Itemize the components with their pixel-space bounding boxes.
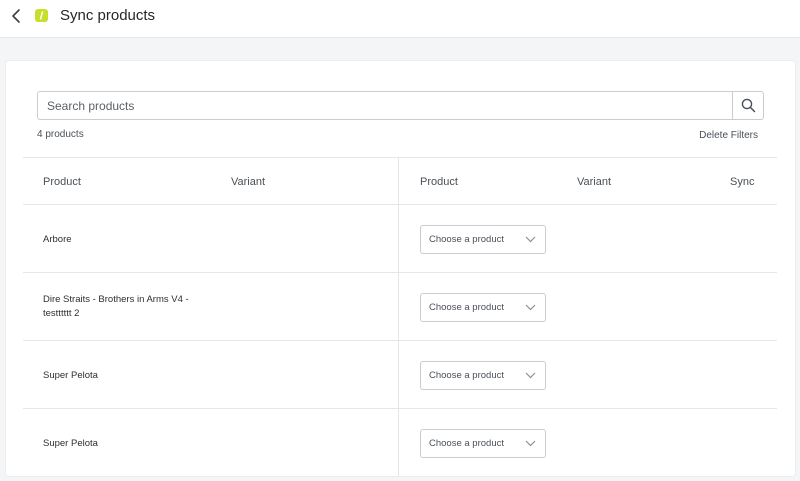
table-row: Dire Straits - Brothers in Arms V4 - tes… xyxy=(23,272,777,340)
chevron-down-icon xyxy=(525,440,536,447)
product-select[interactable]: Choose a product xyxy=(420,361,546,390)
product-name: Dire Straits - Brothers in Arms V4 - tes… xyxy=(43,294,189,319)
back-button[interactable] xyxy=(9,7,25,25)
header-right-product: Product xyxy=(420,176,458,188)
chevron-left-icon xyxy=(12,9,20,23)
sync-table: Product Variant Product Variant Sync Arb… xyxy=(23,157,777,477)
search-bar xyxy=(37,91,764,120)
chevron-down-icon xyxy=(525,236,536,243)
page-title: Sync products xyxy=(60,7,156,24)
sync-products-card: 4 products Delete Filters Product Varian… xyxy=(6,61,795,477)
product-select[interactable]: Choose a product xyxy=(420,429,546,458)
table-row: Super Pelota Choose a product xyxy=(23,340,777,408)
header-right-variant: Variant xyxy=(577,176,612,188)
top-bar: Sync products xyxy=(0,0,800,38)
product-name: Super Pelota xyxy=(43,438,98,449)
select-label: Choose a product xyxy=(429,302,504,313)
product-name: Arbore xyxy=(43,234,72,245)
delete-filters-link[interactable]: Delete Filters xyxy=(699,130,758,141)
select-label: Choose a product xyxy=(429,370,504,381)
app-logo-icon xyxy=(35,9,48,22)
select-label: Choose a product xyxy=(429,438,504,449)
search-icon xyxy=(741,98,756,113)
table-row: Arbore Choose a product xyxy=(23,204,777,272)
search-button[interactable] xyxy=(732,92,763,119)
chevron-down-icon xyxy=(525,304,536,311)
product-count: 4 products xyxy=(37,129,84,140)
select-label: Choose a product xyxy=(429,234,504,245)
table-row: Super Pelota Choose a product xyxy=(23,408,777,476)
header-sync: Sync xyxy=(730,176,755,188)
header-left-variant: Variant xyxy=(231,176,266,188)
search-input[interactable] xyxy=(38,92,733,119)
product-select[interactable]: Choose a product xyxy=(420,225,546,254)
product-name: Super Pelota xyxy=(43,370,98,381)
chevron-down-icon xyxy=(525,372,536,379)
product-select[interactable]: Choose a product xyxy=(420,293,546,322)
header-left-product: Product xyxy=(43,176,81,188)
